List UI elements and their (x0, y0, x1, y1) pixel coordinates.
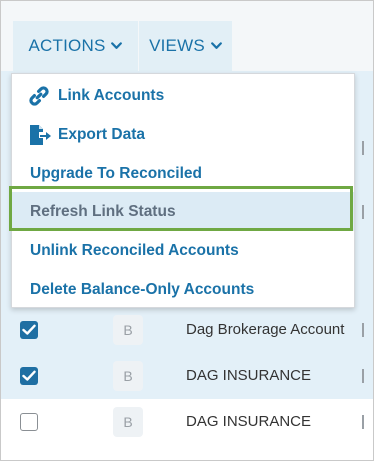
column-divider (362, 323, 364, 337)
row-checkbox[interactable] (20, 321, 38, 339)
link-icon (28, 85, 50, 107)
actions-tab[interactable]: ACTIONS (13, 21, 138, 71)
highlight-callout-box (9, 186, 353, 231)
account-name: DAG INSURANCE (186, 413, 312, 430)
toolbar: ACTIONS VIEWS (1, 1, 373, 71)
chevron-down-icon (210, 35, 222, 55)
menu-item-delete-balance-only-accounts[interactable]: Delete Balance-Only Accounts (12, 270, 354, 309)
column-divider (362, 205, 364, 219)
account-type-badge: B (113, 361, 143, 391)
menu-item-label: Delete Balance-Only Accounts (30, 280, 255, 298)
views-tab-label: VIEWS (149, 36, 205, 55)
chevron-down-icon (111, 35, 123, 55)
menu-item-export-data[interactable]: Export Data (12, 115, 354, 154)
actions-tab-label: ACTIONS (28, 36, 106, 55)
account-name: DAG INSURANCE (186, 367, 312, 384)
row-checkbox[interactable] (20, 367, 38, 385)
table-row[interactable]: B Dag Brokerage Account (1, 307, 373, 353)
table-row[interactable]: B DAG INSURANCE (1, 353, 373, 399)
row-checkbox[interactable] (20, 413, 38, 431)
column-divider (362, 369, 364, 383)
account-type-badge: B (113, 407, 143, 437)
account-name: Dag Brokerage Account (186, 321, 345, 338)
table-row (1, 444, 373, 460)
menu-item-label: Unlink Reconciled Accounts (30, 241, 239, 259)
account-type-badge: B (113, 315, 143, 345)
column-divider (362, 415, 364, 429)
export-icon (28, 124, 51, 146)
menu-item-label: Link Accounts (58, 86, 165, 104)
menu-item-label: Upgrade To Reconciled (30, 164, 202, 182)
accounts-panel: ACTIONS VIEWS B Dag Brokerage Account B … (0, 0, 374, 461)
column-divider (362, 141, 364, 155)
table-row[interactable]: B DAG INSURANCE (1, 399, 373, 445)
menu-item-label: Export Data (58, 125, 145, 143)
menu-item-link-accounts[interactable]: Link Accounts (12, 76, 354, 115)
views-tab[interactable]: VIEWS (139, 21, 232, 71)
menu-item-unlink-reconciled-accounts[interactable]: Unlink Reconciled Accounts (12, 231, 354, 270)
